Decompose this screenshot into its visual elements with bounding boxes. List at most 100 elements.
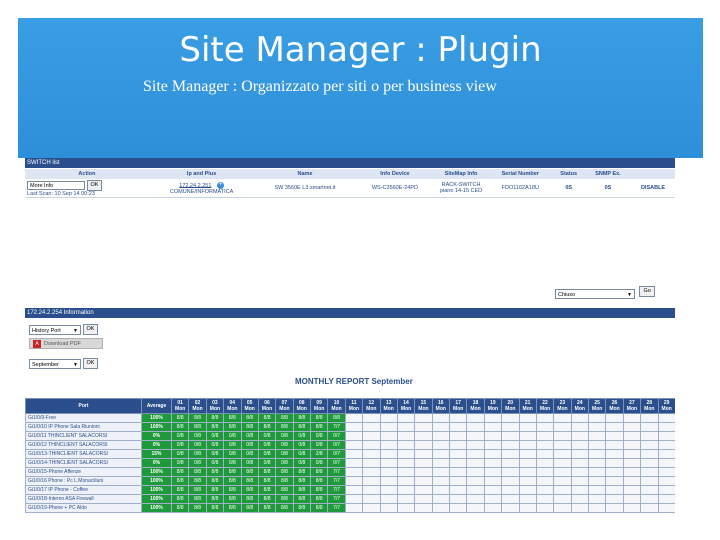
day-empty: [396, 467, 416, 477]
day-header: 13 Mon: [379, 398, 398, 414]
day-value: 8/8: [257, 467, 277, 477]
day-empty: [587, 431, 607, 441]
day-empty: [448, 503, 468, 513]
day-empty: [362, 503, 381, 513]
day-empty: [535, 422, 555, 432]
day-header: 21 Mon: [518, 398, 537, 414]
day-empty: [535, 458, 555, 468]
day-empty: [431, 503, 451, 513]
day-empty: [605, 476, 624, 486]
history-select[interactable]: History Port ▼: [29, 324, 81, 335]
day-value: 8/8: [240, 494, 259, 504]
action-select[interactable]: More Info: [27, 180, 85, 190]
slide-header: Site Manager : Plugin Site Manager : Org…: [18, 18, 703, 158]
port-average: 100%: [141, 494, 172, 504]
day-value: 8/8: [188, 413, 207, 423]
day-empty: [431, 476, 451, 486]
device-header-cell: SiteMap Info: [434, 169, 489, 179]
day-empty: [501, 467, 520, 477]
port-link[interactable]: Gi1/0/18-Interno ASA Firewall: [25, 494, 142, 504]
day-value: 8/8: [257, 503, 277, 513]
month-ok-button[interactable]: OK: [82, 358, 99, 369]
add-icon[interactable]: +: [216, 181, 224, 189]
day-empty: [448, 413, 468, 423]
day-empty: [535, 476, 555, 486]
day-empty: [535, 485, 555, 495]
day-empty: [605, 449, 624, 459]
day-weekday: Mon: [209, 406, 221, 412]
device-header-cell: Status: [552, 169, 585, 179]
day-empty: [344, 467, 364, 477]
day-empty: [448, 467, 468, 477]
day-weekday: Mon: [609, 406, 620, 412]
day-empty: [535, 413, 555, 423]
day-empty: [414, 431, 433, 441]
day-value: 0/8: [170, 440, 190, 450]
day-weekday: Mon: [539, 406, 551, 412]
download-pdf-button[interactable]: A Download PDF: [29, 338, 103, 349]
device-extra[interactable]: DISABLE: [631, 179, 675, 198]
action-ok-button[interactable]: OK: [86, 179, 103, 191]
day-header: 20 Mon: [501, 398, 520, 414]
day-empty: [570, 467, 590, 477]
day-value: 0/8: [275, 458, 294, 468]
day-value: 8/8: [275, 503, 294, 513]
day-empty: [448, 476, 468, 486]
day-empty: [431, 431, 451, 441]
port-link[interactable]: Gi1/0/12 THINCLIENT SALACORSI: [25, 440, 142, 450]
month-controls: September ▼ OK: [29, 358, 99, 369]
port-link[interactable]: Gi1/0/14-THINCLIENT SALACORSI: [25, 458, 142, 468]
day-value: 7/7: [327, 494, 346, 504]
day-empty: [414, 413, 433, 423]
day-empty: [553, 431, 572, 441]
day-empty: [448, 449, 468, 459]
day-value: 0/8: [292, 440, 312, 450]
port-link[interactable]: Gi1/0/10 IP Phone Sala Riunioni: [25, 422, 142, 432]
month-select[interactable]: September ▼: [29, 358, 81, 369]
day-empty: [362, 467, 381, 477]
day-empty: [622, 449, 642, 459]
day-value: 0/7: [327, 449, 346, 459]
day-value: 0/8: [205, 449, 225, 459]
day-empty: [483, 440, 503, 450]
history-ok-button[interactable]: OK: [82, 324, 99, 335]
day-value: 8/8: [223, 467, 242, 477]
device-panel-title: SWITCH list: [25, 158, 675, 168]
port-link[interactable]: Gi1/0/13-THINCLIENT SALACORSI: [25, 449, 142, 459]
port-link[interactable]: Gi1/0/16 Phone : Pc L.Monaciliuni: [25, 476, 142, 486]
day-value: 8/8: [188, 422, 207, 432]
port-link[interactable]: Gi1/0/17 IP Phone - Coffee: [25, 485, 142, 495]
port-link[interactable]: Gi1/0/11 THINCLIENT SALACORSI: [25, 431, 142, 441]
day-empty: [622, 503, 642, 513]
day-empty: [466, 494, 485, 504]
day-value: 0/8: [205, 440, 225, 450]
day-value: 0/8: [223, 431, 242, 441]
port-link[interactable]: Gi1/0/9-Free: [25, 413, 142, 423]
day-value: 0/7: [327, 458, 346, 468]
device-table: Action Ip and Plus Name Info Device SiteMap …: [25, 169, 675, 198]
day-value: 8/8: [205, 413, 225, 423]
day-empty: [466, 413, 485, 423]
day-value: 8/8: [275, 476, 294, 486]
day-value: 8/8: [223, 503, 242, 513]
device-sitemap: RACK-SWITCH piano 14-15 CED: [434, 179, 489, 198]
device-header-cell: Serial Number: [488, 169, 553, 179]
day-empty: [605, 413, 624, 423]
day-empty: [570, 458, 590, 468]
day-empty: [657, 503, 675, 513]
day-empty: [657, 413, 675, 423]
day-value: 8/8: [240, 422, 259, 432]
day-empty: [466, 503, 485, 513]
group-select[interactable]: Chiuso ▼: [555, 289, 635, 299]
day-empty: [379, 494, 398, 504]
device-header-cell: [631, 169, 675, 179]
day-value: 8/8: [240, 503, 259, 513]
day-value: 8/8: [275, 485, 294, 495]
day-empty: [344, 449, 364, 459]
go-button[interactable]: Go: [639, 286, 655, 298]
day-empty: [483, 476, 503, 486]
day-value: 0/7: [327, 440, 346, 450]
day-empty: [362, 476, 381, 486]
port-link[interactable]: Gi1/0/19-Phone + PC Aldo: [25, 503, 142, 513]
port-link[interactable]: Gi1/0/15-Phone Affenze: [25, 467, 142, 477]
